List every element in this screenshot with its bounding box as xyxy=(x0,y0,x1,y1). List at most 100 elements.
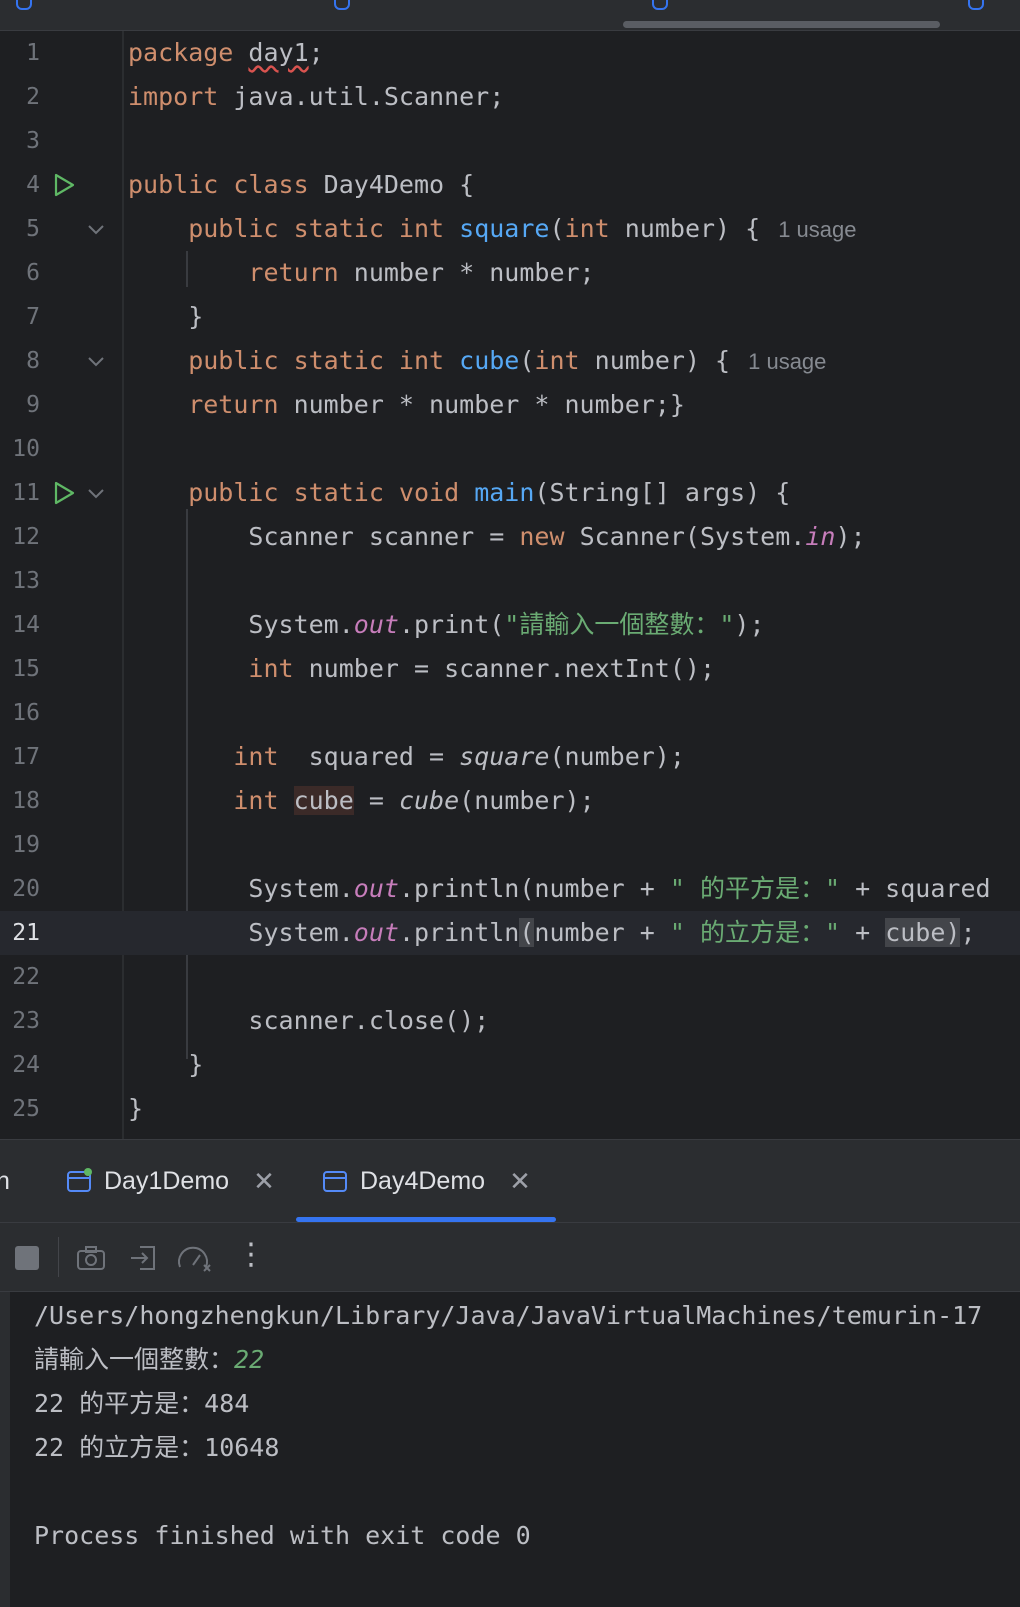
console-prompt: 請輸入一個整數： xyxy=(34,1345,235,1374)
code-token: new xyxy=(519,522,580,551)
tab-dot-icon xyxy=(968,0,984,10)
run-gutter-icon[interactable] xyxy=(52,173,76,197)
code-text: return number * number * number;} xyxy=(128,383,685,427)
line-number[interactable]: 1 xyxy=(0,31,40,75)
fold-chevron-icon[interactable] xyxy=(86,222,106,236)
line-number[interactable]: 5 xyxy=(0,207,40,251)
code-token: return xyxy=(128,258,354,287)
code-text: package day1; xyxy=(128,31,324,75)
code-token: (String[] args) { xyxy=(534,478,791,507)
close-icon[interactable]: ✕ xyxy=(253,1166,275,1197)
code-line[interactable]: 10 xyxy=(0,427,1020,471)
line-number[interactable]: 25 xyxy=(0,1087,40,1131)
fold-chevron-icon[interactable] xyxy=(86,354,106,368)
line-number[interactable]: 6 xyxy=(0,251,40,295)
login-icon[interactable] xyxy=(128,1243,158,1273)
line-number[interactable]: 23 xyxy=(0,999,40,1043)
code-line[interactable]: 24 } xyxy=(0,1043,1020,1087)
line-number[interactable]: 12 xyxy=(0,515,40,559)
code-token: cube xyxy=(885,918,946,947)
code-token: number * number * number;} xyxy=(293,390,685,419)
code-token: square xyxy=(459,214,550,243)
line-number[interactable]: 14 xyxy=(0,603,40,647)
code-line[interactable]: 23 scanner.close(); xyxy=(0,999,1020,1043)
code-line[interactable]: 1 package day1; xyxy=(0,31,1020,75)
camera-icon[interactable] xyxy=(76,1243,106,1273)
code-line[interactable]: 12 Scanner scanner = new Scanner(System.… xyxy=(0,515,1020,559)
code-line[interactable]: 14 System.out.print("請輸入一個整數："); xyxy=(0,603,1020,647)
code-line[interactable]: 19 xyxy=(0,823,1020,867)
code-line[interactable]: 9 return number * number * number;} xyxy=(0,383,1020,427)
line-number[interactable]: 15 xyxy=(0,647,40,691)
code-line[interactable]: 2 import java.util.Scanner; xyxy=(0,75,1020,119)
console-user-input: 22 xyxy=(234,1345,265,1374)
code-editor[interactable]: 1 package day1; 2 import java.util.Scanner;… xyxy=(0,31,1020,1139)
code-token: = xyxy=(353,786,399,815)
line-number[interactable]: 22 xyxy=(0,955,40,999)
console-path-line: /Users/hongzhengkun/Library/Java/JavaVir… xyxy=(34,1301,983,1330)
run-toolbar: ⋮ xyxy=(0,1223,1020,1292)
code-line[interactable]: 7 } xyxy=(0,295,1020,339)
line-number[interactable]: 7 xyxy=(0,295,40,339)
line-number[interactable]: 11 xyxy=(0,471,40,515)
code-line[interactable]: 18 int cube = cube(number); xyxy=(0,779,1020,823)
code-text: import java.util.Scanner; xyxy=(128,75,504,119)
line-number[interactable]: 3 xyxy=(0,119,40,163)
code-token: number * number; xyxy=(353,258,595,287)
tab-day1demo[interactable]: Day1Demo ✕ xyxy=(66,1140,275,1222)
code-line[interactable]: 20 System.out.println(number + " 的平方是：" … xyxy=(0,867,1020,911)
tab-dot-icon xyxy=(652,0,668,10)
toolbar-divider xyxy=(58,1237,59,1277)
run-tab-partial[interactable]: n xyxy=(0,1140,10,1222)
run-gutter-icon[interactable] xyxy=(52,481,76,505)
code-line[interactable]: 8 public static int cube(int number) {1 … xyxy=(0,339,1020,383)
code-token: out xyxy=(353,874,399,903)
code-text: scanner.close(); xyxy=(128,999,489,1043)
profiler-gauge-icon[interactable] xyxy=(176,1243,211,1273)
run-tool-window: n Day1Demo ✕ Day4Demo ✕ ⋮ /Users/hongzhe… xyxy=(0,1139,1020,1607)
code-line[interactable]: 4 public class Day4Demo { xyxy=(0,163,1020,207)
code-token: System. xyxy=(128,610,354,639)
code-token: package xyxy=(128,38,249,67)
tab-strip-scrollbar[interactable] xyxy=(623,21,940,28)
line-number[interactable]: 9 xyxy=(0,383,40,427)
line-number[interactable]: 16 xyxy=(0,691,40,735)
code-token: return xyxy=(128,390,294,419)
line-number[interactable]: 18 xyxy=(0,779,40,823)
usage-hint[interactable]: 1 usage xyxy=(778,217,856,242)
tab-dot-icon xyxy=(334,0,350,10)
line-number[interactable]: 8 xyxy=(0,339,40,383)
code-text: public static void main(String[] args) { xyxy=(128,471,790,515)
usage-hint[interactable]: 1 usage xyxy=(748,349,826,374)
line-number[interactable]: 24 xyxy=(0,1043,40,1087)
code-token: out xyxy=(353,610,399,639)
line-number[interactable]: 10 xyxy=(0,427,40,471)
line-number[interactable]: 19 xyxy=(0,823,40,867)
line-number[interactable]: 4 xyxy=(0,163,40,207)
code-line[interactable]: 16 xyxy=(0,691,1020,735)
line-number[interactable]: 20 xyxy=(0,867,40,911)
code-line[interactable]: 15 int number = scanner.nextInt(); xyxy=(0,647,1020,691)
close-icon[interactable]: ✕ xyxy=(509,1166,531,1197)
stop-icon[interactable] xyxy=(12,1243,42,1273)
line-number[interactable]: 13 xyxy=(0,559,40,603)
tab-day4demo[interactable]: Day4Demo ✕ xyxy=(322,1140,531,1222)
more-options-icon[interactable]: ⋮ xyxy=(236,1237,266,1272)
code-line[interactable]: 5 public static int square(int number) {… xyxy=(0,207,1020,251)
code-line[interactable]: 22 xyxy=(0,955,1020,999)
line-number[interactable]: 21 xyxy=(0,911,40,955)
line-number[interactable]: 17 xyxy=(0,735,40,779)
line-number[interactable]: 2 xyxy=(0,75,40,119)
code-line[interactable]: 25} xyxy=(0,1087,1020,1131)
run-tab-partial-label: n xyxy=(0,1166,10,1195)
code-token: number) { xyxy=(594,346,731,375)
code-line[interactable]: 13 xyxy=(0,559,1020,603)
fold-chevron-icon[interactable] xyxy=(86,486,106,500)
console-output[interactable]: /Users/hongzhengkun/Library/Java/JavaVir… xyxy=(0,1292,1020,1607)
code-line[interactable]: 11 public static void main(String[] args… xyxy=(0,471,1020,515)
code-line[interactable]: 17 int squared = square(number); xyxy=(0,735,1020,779)
code-line[interactable]: 6 return number * number; xyxy=(0,251,1020,295)
code-text: System.out.print("請輸入一個整數："); xyxy=(128,603,764,647)
code-line[interactable]: 21 System.out.println(number + " 的立方是：" … xyxy=(0,911,1020,955)
code-line[interactable]: 3 xyxy=(0,119,1020,163)
